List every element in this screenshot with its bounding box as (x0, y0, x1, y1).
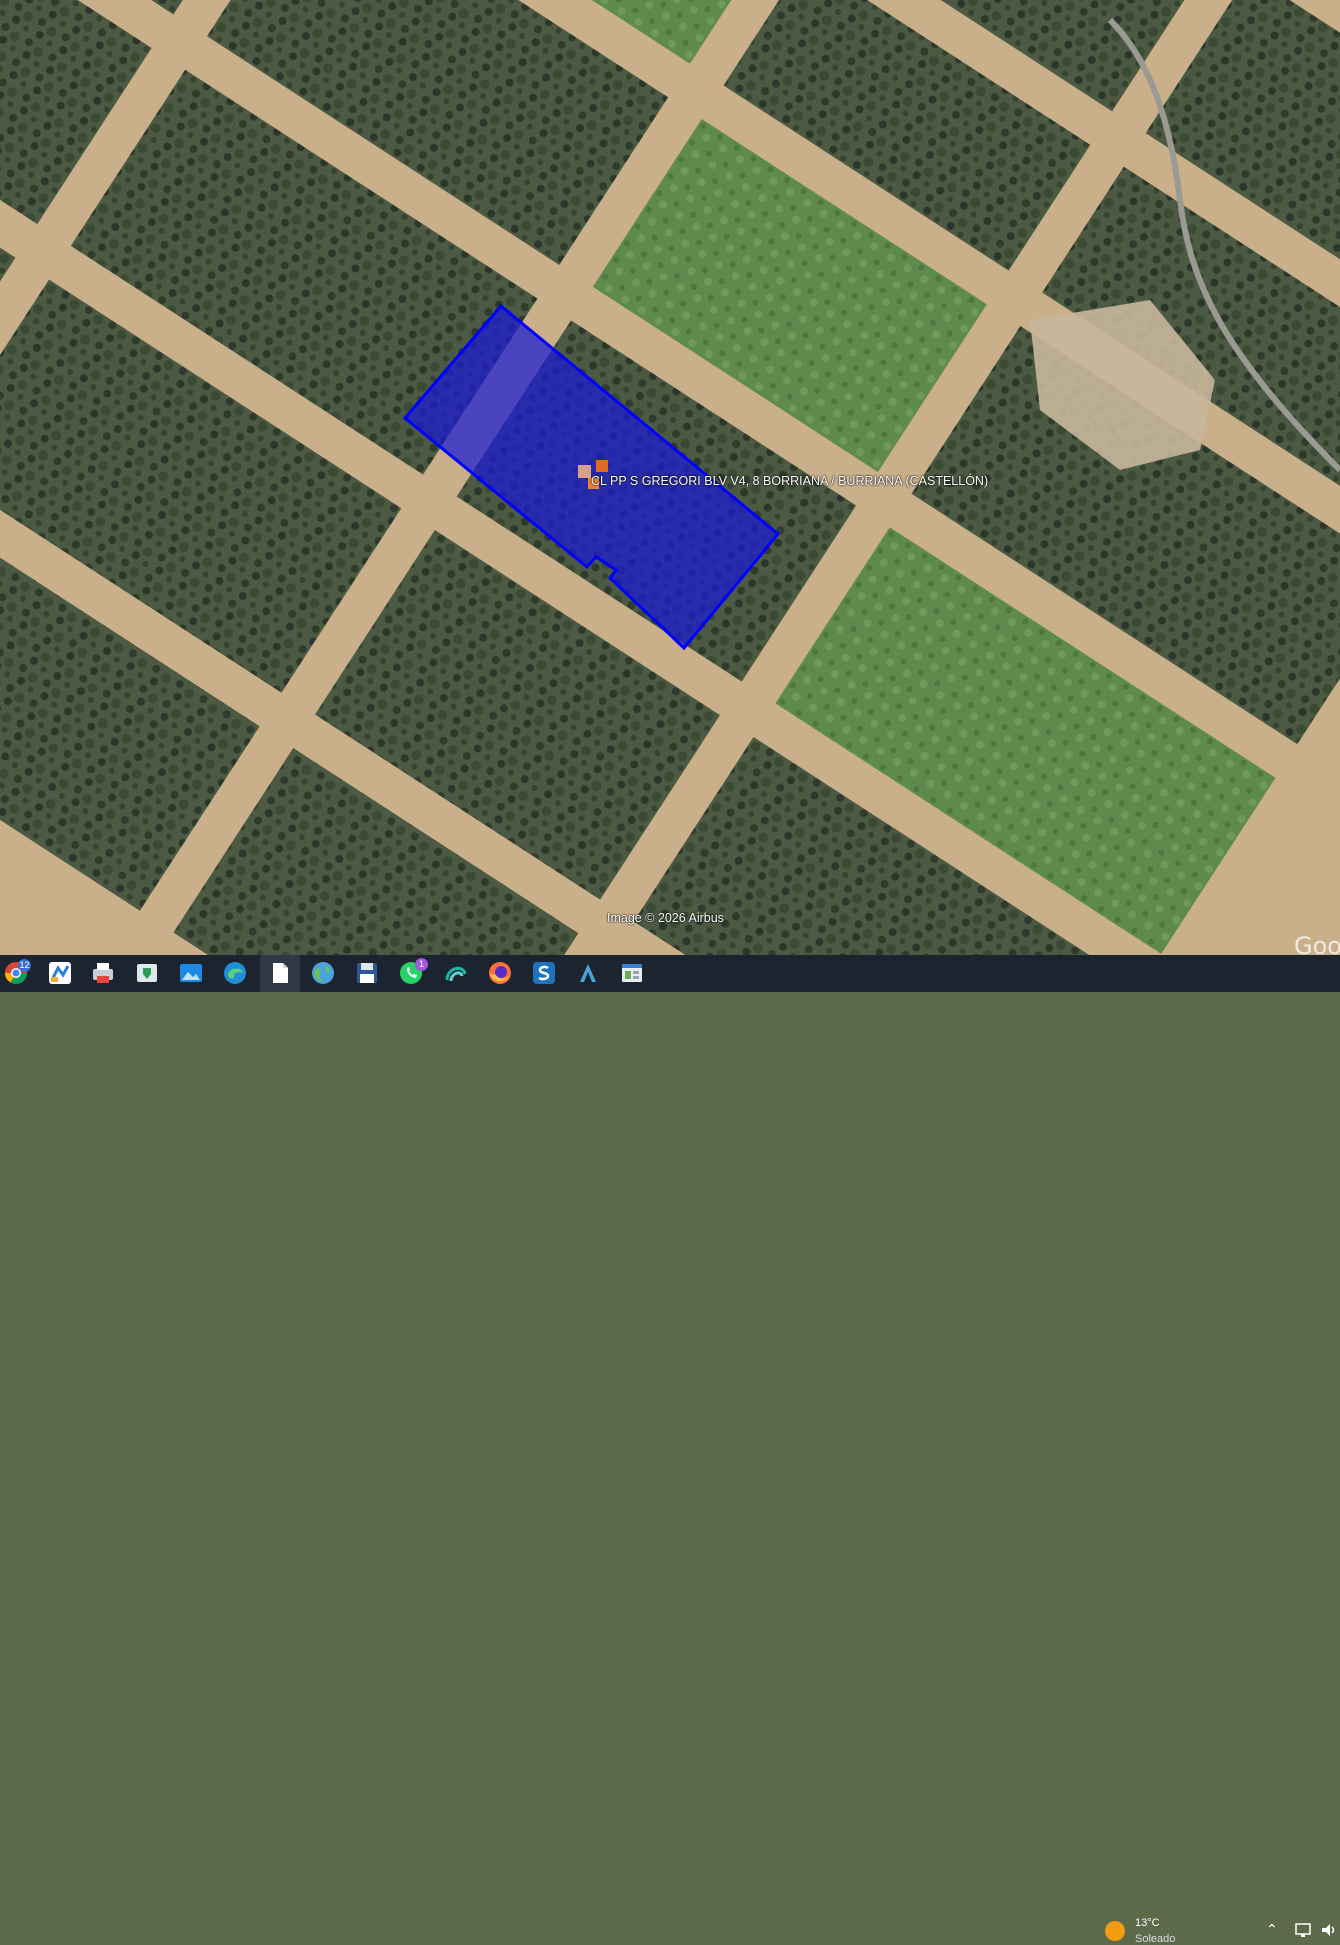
google-logo: Goo (1294, 932, 1340, 955)
maps-app-icon[interactable] (47, 960, 73, 986)
swirl-app-icon[interactable] (443, 960, 469, 986)
map-marker-icon[interactable] (578, 465, 591, 478)
taskbar: 12 1 13°C Soleado ⌃ (0, 955, 1340, 1945)
save-disk-icon[interactable] (354, 960, 380, 986)
chevron-up-icon[interactable]: ⌃ (1266, 1922, 1278, 1938)
imagery-attribution: Image © 2026 Airbus (607, 911, 724, 925)
edge-icon[interactable] (222, 960, 248, 986)
place-label[interactable]: CL PP S GREGORI BLV V4, 8 BORRIANA / BUR… (591, 474, 988, 488)
volume-icon[interactable] (1320, 1922, 1338, 1938)
weather-temperature[interactable]: 13°C (1135, 1917, 1160, 1929)
printer-icon[interactable] (90, 960, 116, 986)
network-icon[interactable] (1295, 1922, 1313, 1938)
notepad-icon[interactable] (267, 960, 293, 986)
security-app-icon[interactable] (134, 960, 160, 986)
chrome-badge: 12 (18, 959, 31, 972)
sun-icon[interactable] (1105, 1921, 1125, 1941)
weather-condition[interactable]: Soleado (1135, 1933, 1175, 1945)
satellite-map[interactable]: CL PP S GREGORI BLV V4, 8 BORRIANA / BUR… (0, 0, 1340, 955)
globe-icon[interactable] (310, 960, 336, 986)
map-marker-icon[interactable] (596, 460, 608, 472)
window-app-icon[interactable] (619, 960, 645, 986)
whatsapp-badge: 1 (415, 958, 428, 971)
arrow-app-icon[interactable] (575, 960, 601, 986)
photos-icon[interactable] (178, 960, 204, 986)
firefox-icon[interactable] (487, 960, 513, 986)
s-app-icon[interactable] (531, 960, 557, 986)
